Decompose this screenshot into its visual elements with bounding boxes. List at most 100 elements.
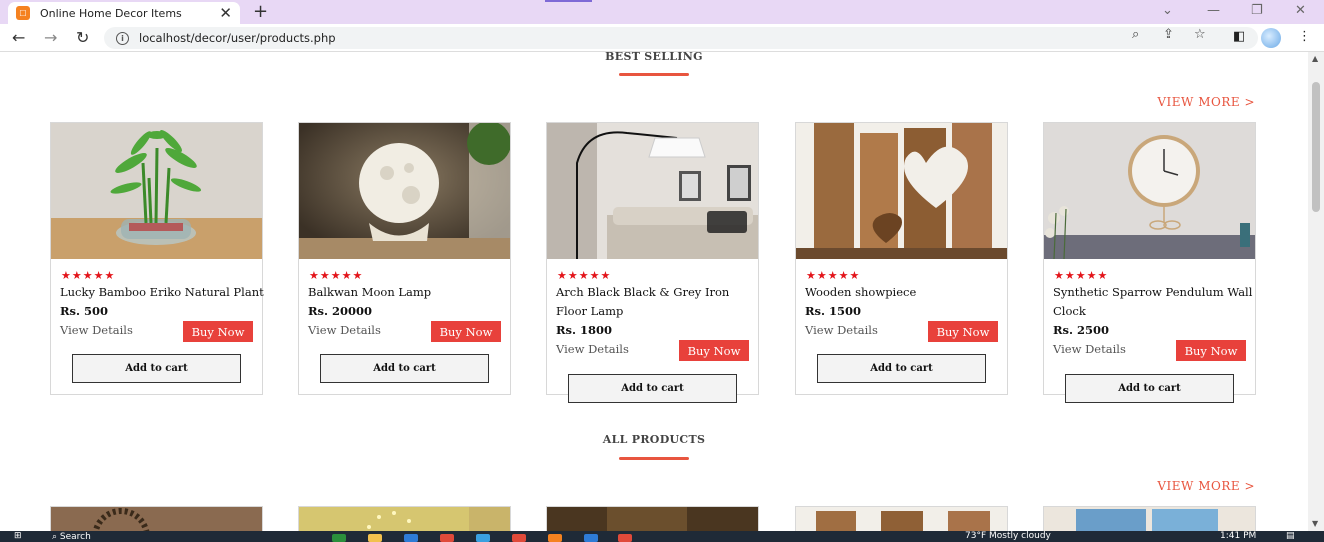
tab-strip-accent [545, 0, 592, 2]
buy-now-button[interactable]: Buy Now [679, 340, 749, 361]
product-image-light-decor[interactable] [299, 507, 510, 531]
product-image-floor-lamp[interactable] [547, 123, 758, 259]
site-info-icon[interactable]: i [116, 31, 129, 45]
best-selling-view-more-link[interactable]: VIEW MORE > [1140, 95, 1255, 109]
profile-avatar[interactable] [1261, 28, 1281, 48]
buy-now-button[interactable]: Buy Now [1176, 340, 1246, 361]
product-name: Synthetic Sparrow Pendulum Wall Clock [1053, 285, 1253, 318]
product-image-wooden-showpiece[interactable] [796, 123, 1007, 259]
scroll-down-icon[interactable]: ▼ [1312, 519, 1318, 528]
buy-now-button[interactable]: Buy Now [183, 321, 253, 342]
product-image-painting[interactable] [1044, 507, 1255, 531]
view-details-link[interactable]: View Details [556, 342, 629, 356]
add-to-cart-button[interactable]: Add to cart [568, 374, 737, 403]
notification-icon[interactable]: ▤ [1286, 531, 1295, 542]
all-products-underline [619, 457, 689, 460]
new-tab-button[interactable]: + [253, 1, 268, 22]
product-card: ★★★★★ Lucky Bamboo Eriko Natural Plant R… [50, 122, 264, 395]
product-name: Balkwan Moon Lamp [308, 285, 432, 299]
tab-close-icon[interactable]: ✕ [219, 4, 232, 22]
product-price: Rs. 1800 [556, 323, 613, 337]
view-details-link[interactable]: View Details [308, 323, 381, 337]
taskbar-app-icon[interactable] [440, 534, 454, 542]
reload-icon[interactable]: ↻ [76, 28, 89, 47]
add-to-cart-button[interactable]: Add to cart [1065, 374, 1234, 403]
buy-now-button[interactable]: Buy Now [928, 321, 998, 342]
menu-kebab-icon[interactable]: ⋮ [1298, 29, 1311, 44]
product-card [50, 506, 263, 531]
tab-search-icon[interactable]: ⌄ [1162, 3, 1173, 18]
taskbar-clock[interactable]: 1:41 PM [1220, 531, 1256, 542]
rating-stars: ★★★★★ [557, 269, 612, 282]
restore-icon[interactable]: ❐ [1251, 3, 1263, 18]
tab-title: Online Home Decor Items [40, 6, 182, 20]
product-card: ★★★★★ Balkwan Moon Lamp Rs. 20000 View D… [298, 122, 511, 395]
product-price: Rs. 20000 [308, 304, 373, 318]
view-details-link[interactable]: View Details [1053, 342, 1126, 356]
product-image-wall-clock[interactable] [1044, 123, 1255, 259]
product-image-bamboo[interactable] [51, 123, 262, 259]
chrome-icon[interactable] [512, 534, 526, 542]
forward-icon[interactable]: → [44, 28, 57, 47]
share-icon[interactable]: ⇪ [1163, 27, 1174, 42]
view-details-link[interactable]: View Details [60, 323, 133, 337]
taskbar-app-icon[interactable] [332, 534, 346, 542]
best-selling-title: BEST SELLING [605, 52, 703, 63]
taskbar-app-icon[interactable] [404, 534, 418, 542]
all-products-title: ALL PRODUCTS [602, 433, 706, 446]
taskbar-search-label: Search [59, 532, 91, 542]
zoom-icon[interactable]: ⌕ [1132, 27, 1139, 42]
product-price: Rs. 2500 [1053, 323, 1110, 337]
page-content: BEST SELLING VIEW MORE > ★★★★★ Lucky Bam… [0, 52, 1308, 531]
xampp-icon[interactable] [548, 534, 562, 542]
url-text[interactable]: localhost/decor/user/products.php [139, 31, 336, 45]
rating-stars: ★★★★★ [806, 269, 861, 282]
scroll-up-icon[interactable]: ▲ [1312, 54, 1318, 63]
product-card: ★★★★★ Wooden showpiece Rs. 1500 View Det… [795, 122, 1008, 395]
view-details-link[interactable]: View Details [805, 323, 878, 337]
taskbar-app-icon[interactable] [476, 534, 490, 542]
rating-stars: ★★★★★ [61, 269, 116, 282]
file-explorer-icon[interactable] [368, 534, 382, 542]
browser-tab[interactable]: ☐ Online Home Decor Items ✕ [8, 2, 240, 24]
product-image-wooden-blocks[interactable] [796, 507, 1007, 531]
side-panel-icon[interactable]: ◧ [1233, 29, 1245, 44]
product-card [1043, 506, 1256, 531]
add-to-cart-button[interactable]: Add to cart [72, 354, 241, 383]
product-name: Wooden showpiece [805, 285, 917, 299]
site-favicon-icon: ☐ [16, 6, 30, 20]
buy-now-button[interactable]: Buy Now [431, 321, 501, 342]
taskbar-app-icon[interactable] [584, 534, 598, 542]
product-name: Lucky Bamboo Eriko Natural Plant [60, 285, 264, 299]
product-price: Rs. 500 [60, 304, 109, 318]
rating-stars: ★★★★★ [309, 269, 364, 282]
address-bar[interactable]: i localhost/decor/user/products.php [104, 27, 1258, 49]
close-window-icon[interactable]: ✕ [1295, 3, 1306, 18]
product-image-wall-art[interactable] [51, 507, 262, 531]
add-to-cart-button[interactable]: Add to cart [817, 354, 986, 383]
product-name: Arch Black Black & Grey Iron Floor Lamp [556, 285, 730, 318]
taskbar-app-icon[interactable] [618, 534, 632, 542]
page-scrollbar[interactable]: ▲ ▼ [1308, 52, 1324, 531]
product-card [298, 506, 511, 531]
scroll-thumb[interactable] [1312, 82, 1320, 212]
best-selling-underline [619, 73, 689, 76]
product-price: Rs. 1500 [805, 304, 862, 318]
windows-taskbar: ⊞ ⌕ Search 73°F Mostly cloudy 1:41 PM ▤ [0, 531, 1324, 542]
rating-stars: ★★★★★ [1054, 269, 1109, 282]
browser-toolbar: ← → ↻ i localhost/decor/user/products.ph… [0, 24, 1324, 52]
product-card: ★★★★★ Arch Black Black & Grey Iron Floor… [546, 122, 759, 403]
all-products-view-more-link[interactable]: VIEW MORE > [1140, 479, 1255, 493]
product-card: ★★★★★ Synthetic Sparrow Pendulum Wall Cl… [1043, 122, 1256, 403]
back-icon[interactable]: ← [12, 28, 25, 47]
product-image-dark-decor[interactable] [547, 507, 758, 531]
product-image-moon-lamp[interactable] [299, 123, 510, 259]
product-card [546, 506, 759, 531]
product-card [795, 506, 1008, 531]
windows-start-icon[interactable]: ⊞ [14, 531, 22, 542]
minimize-icon[interactable]: — [1207, 3, 1220, 18]
weather-widget[interactable]: 73°F Mostly cloudy [965, 531, 1051, 542]
add-to-cart-button[interactable]: Add to cart [320, 354, 489, 383]
taskbar-search[interactable]: ⌕ Search [52, 531, 91, 542]
bookmark-star-icon[interactable]: ☆ [1194, 27, 1206, 42]
